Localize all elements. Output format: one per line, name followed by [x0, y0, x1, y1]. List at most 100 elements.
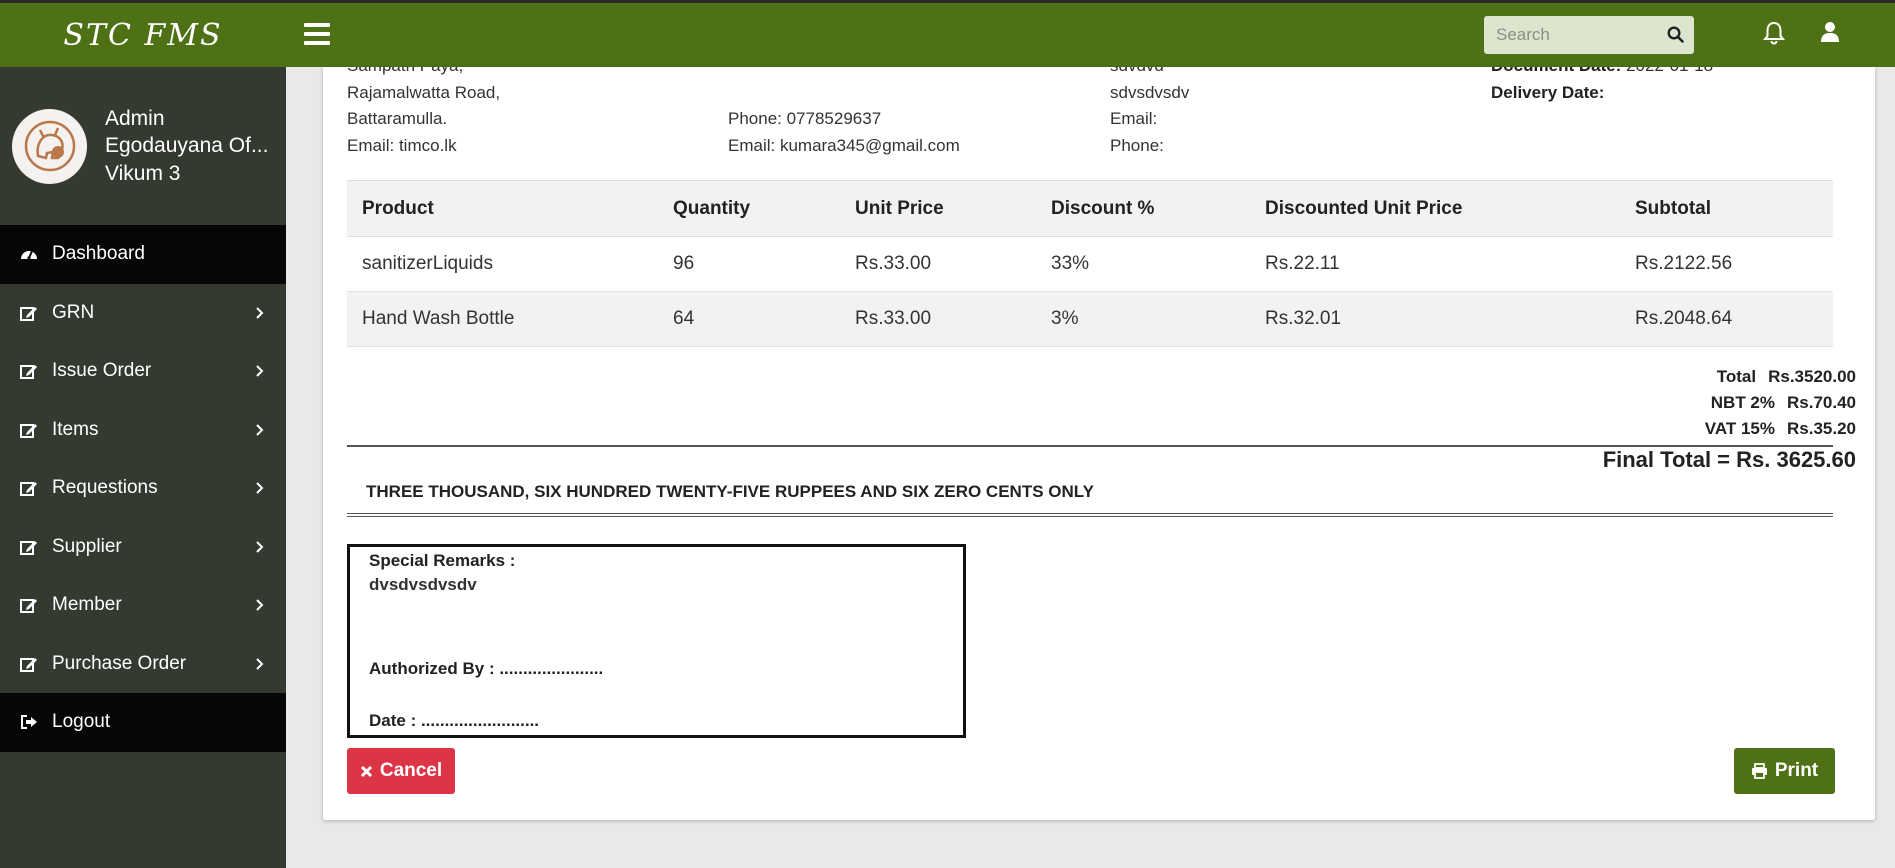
cancel-button[interactable]: Cancel [347, 748, 455, 794]
print-label: Print [1774, 760, 1819, 781]
table-row: Hand Wash Bottle 64 Rs.33.00 3% Rs.32.01… [347, 291, 1833, 347]
col-unit-price: Unit Price [840, 180, 1036, 237]
sidebar-item-label: Issue Order [52, 360, 152, 382]
from-email: Email: timco.lk [347, 135, 457, 155]
document-card: Sampath Paya, Rajamalwatta Road, Battara… [323, 67, 1875, 820]
cell-discount: 33% [1036, 236, 1250, 292]
double-divider [347, 513, 1833, 517]
remarks-box: Special Remarks : dvsdvsdvsdv Authorized… [347, 544, 966, 738]
brand-logo[interactable]: STC FMS [0, 3, 286, 67]
cancel-label: Cancel [379, 760, 443, 781]
edit-icon [20, 305, 52, 321]
cell-discount: 3% [1036, 291, 1250, 347]
col-discount: Discount % [1036, 180, 1250, 237]
supplier-contact: Phone: 0778529637 Email: kumara345@gmail… [728, 106, 960, 159]
edit-icon [20, 656, 52, 672]
ship-phone: Phone: [1110, 135, 1164, 155]
sidebar-item-purchase-order[interactable]: Purchase Order [0, 635, 286, 694]
totals-block: Total Rs.3520.00 NBT 2% Rs.70.40 VAT 15% Rs… [1705, 364, 1856, 442]
edit-icon [20, 363, 52, 380]
cell-product: sanitizerLiquids [347, 236, 658, 292]
delivery-date-label: Delivery Date: [1491, 82, 1605, 102]
ship-address: sdvdvd sdvsdvsdv Email: Phone: [1110, 67, 1189, 159]
nbt-label: NBT 2% [1710, 393, 1775, 412]
print-icon [1751, 763, 1767, 779]
user-info: Admin Egodauyana Of... Vikum 3 [105, 105, 268, 188]
ship-email: Email: [1110, 109, 1158, 128]
col-discounted-price: Discounted Unit Price [1250, 180, 1620, 237]
from-line2: Rajamalwatta Road, [347, 82, 501, 102]
avatar [12, 108, 87, 184]
sidebar-item-items[interactable]: Items [0, 401, 286, 460]
chevron-right-icon [256, 599, 264, 611]
search-box [1484, 16, 1694, 54]
ship-line2: sdvsdvsdv [1110, 82, 1190, 102]
col-subtotal: Subtotal [1620, 180, 1833, 237]
sidebar-item-label: Requestions [52, 477, 158, 499]
total-label: Total [1716, 367, 1757, 386]
table-header-row: Product Quantity Unit Price Discount % D… [347, 180, 1833, 237]
from-line3: Battaramulla. [347, 109, 448, 128]
document-meta: Document Date: 2022-01-18 Delivery Date: [1491, 67, 1713, 106]
cell-subtotal: Rs.2048.64 [1620, 291, 1833, 347]
user-panel: Admin Egodauyana Of... Vikum 3 [0, 67, 286, 225]
close-icon [360, 765, 372, 777]
chevron-right-icon [256, 658, 264, 670]
chevron-right-icon [256, 307, 264, 319]
sidebar-item-issue-order[interactable]: Issue Order [0, 342, 286, 401]
col-quantity: Quantity [658, 180, 840, 237]
dashboard-icon [20, 246, 52, 262]
col-product: Product [347, 180, 658, 237]
user-icon[interactable] [1820, 21, 1840, 48]
final-total: Final Total = Rs. 3625.60 [1602, 447, 1856, 472]
from-address: Sampath Paya, Rajamalwatta Road, Battara… [347, 67, 500, 159]
remarks-label: Special Remarks : [369, 551, 516, 570]
supplier-phone: Phone: 0778529637 [728, 109, 882, 128]
edit-icon [20, 539, 52, 555]
supplier-email: Email: kumara345@gmail.com [728, 135, 960, 155]
sidebar-item-dashboard[interactable]: Dashboard [0, 225, 286, 284]
chevron-right-icon [256, 482, 264, 494]
chevron-right-icon [256, 424, 264, 436]
document-date-label: Document Date: [1491, 67, 1621, 75]
sidebar-item-grn[interactable]: GRN [0, 284, 286, 343]
sidebar-item-supplier[interactable]: Supplier [0, 518, 286, 577]
edit-icon [20, 480, 52, 497]
sidebar-item-member[interactable]: Member [0, 576, 286, 635]
sign-out-icon [20, 714, 52, 730]
user-role: Admin [105, 106, 165, 130]
sidebar-item-requestions[interactable]: Requestions [0, 459, 286, 518]
vat-value: Rs.35.20 [1787, 419, 1856, 438]
document-date-value: 2022-01-18 [1626, 67, 1713, 75]
ship-line1: sdvdvd [1110, 67, 1189, 80]
cell-discounted-price: Rs.32.01 [1250, 291, 1620, 347]
menu-toggle-icon[interactable] [304, 23, 330, 47]
top-navbar [286, 0, 1895, 67]
search-input[interactable] [1484, 25, 1649, 45]
sidebar-item-label: Supplier [52, 535, 122, 557]
remarks-value: dvsdvsdvsdv [369, 575, 477, 594]
cell-product: Hand Wash Bottle [347, 291, 658, 347]
print-button[interactable]: Print [1734, 748, 1835, 794]
cell-quantity: 64 [658, 291, 840, 347]
chevron-right-icon [256, 541, 264, 553]
bell-icon[interactable] [1762, 21, 1786, 50]
nbt-value: Rs.70.40 [1787, 393, 1856, 412]
user-name: Vikum 3 [105, 161, 181, 185]
edit-icon [20, 597, 52, 614]
amount-in-words: THREE THOUSAND, SIX HUNDRED TWENTY-FIVE … [366, 482, 1094, 501]
from-line1: Sampath Paya, [347, 67, 500, 80]
remarks-date: Date : ......................... [369, 711, 540, 730]
sidebar-nav: Dashboard GRN Issue Order Items Requesti… [0, 225, 286, 752]
cell-unit-price: Rs.33.00 [840, 291, 1036, 347]
sidebar-item-logout[interactable]: Logout [0, 693, 286, 752]
cell-unit-price: Rs.33.00 [840, 236, 1036, 292]
search-icon[interactable] [1667, 26, 1684, 48]
cell-discounted-price: Rs.22.11 [1250, 236, 1620, 292]
cell-subtotal: Rs.2122.56 [1620, 236, 1833, 292]
sidebar: STC FMS Admin Egodauyana Of... Vikum 3 D… [0, 0, 286, 868]
items-table: Product Quantity Unit Price Discount % D… [347, 180, 1833, 347]
sidebar-item-label: Purchase Order [52, 652, 187, 674]
edit-icon [20, 422, 52, 438]
chevron-right-icon [256, 365, 264, 377]
